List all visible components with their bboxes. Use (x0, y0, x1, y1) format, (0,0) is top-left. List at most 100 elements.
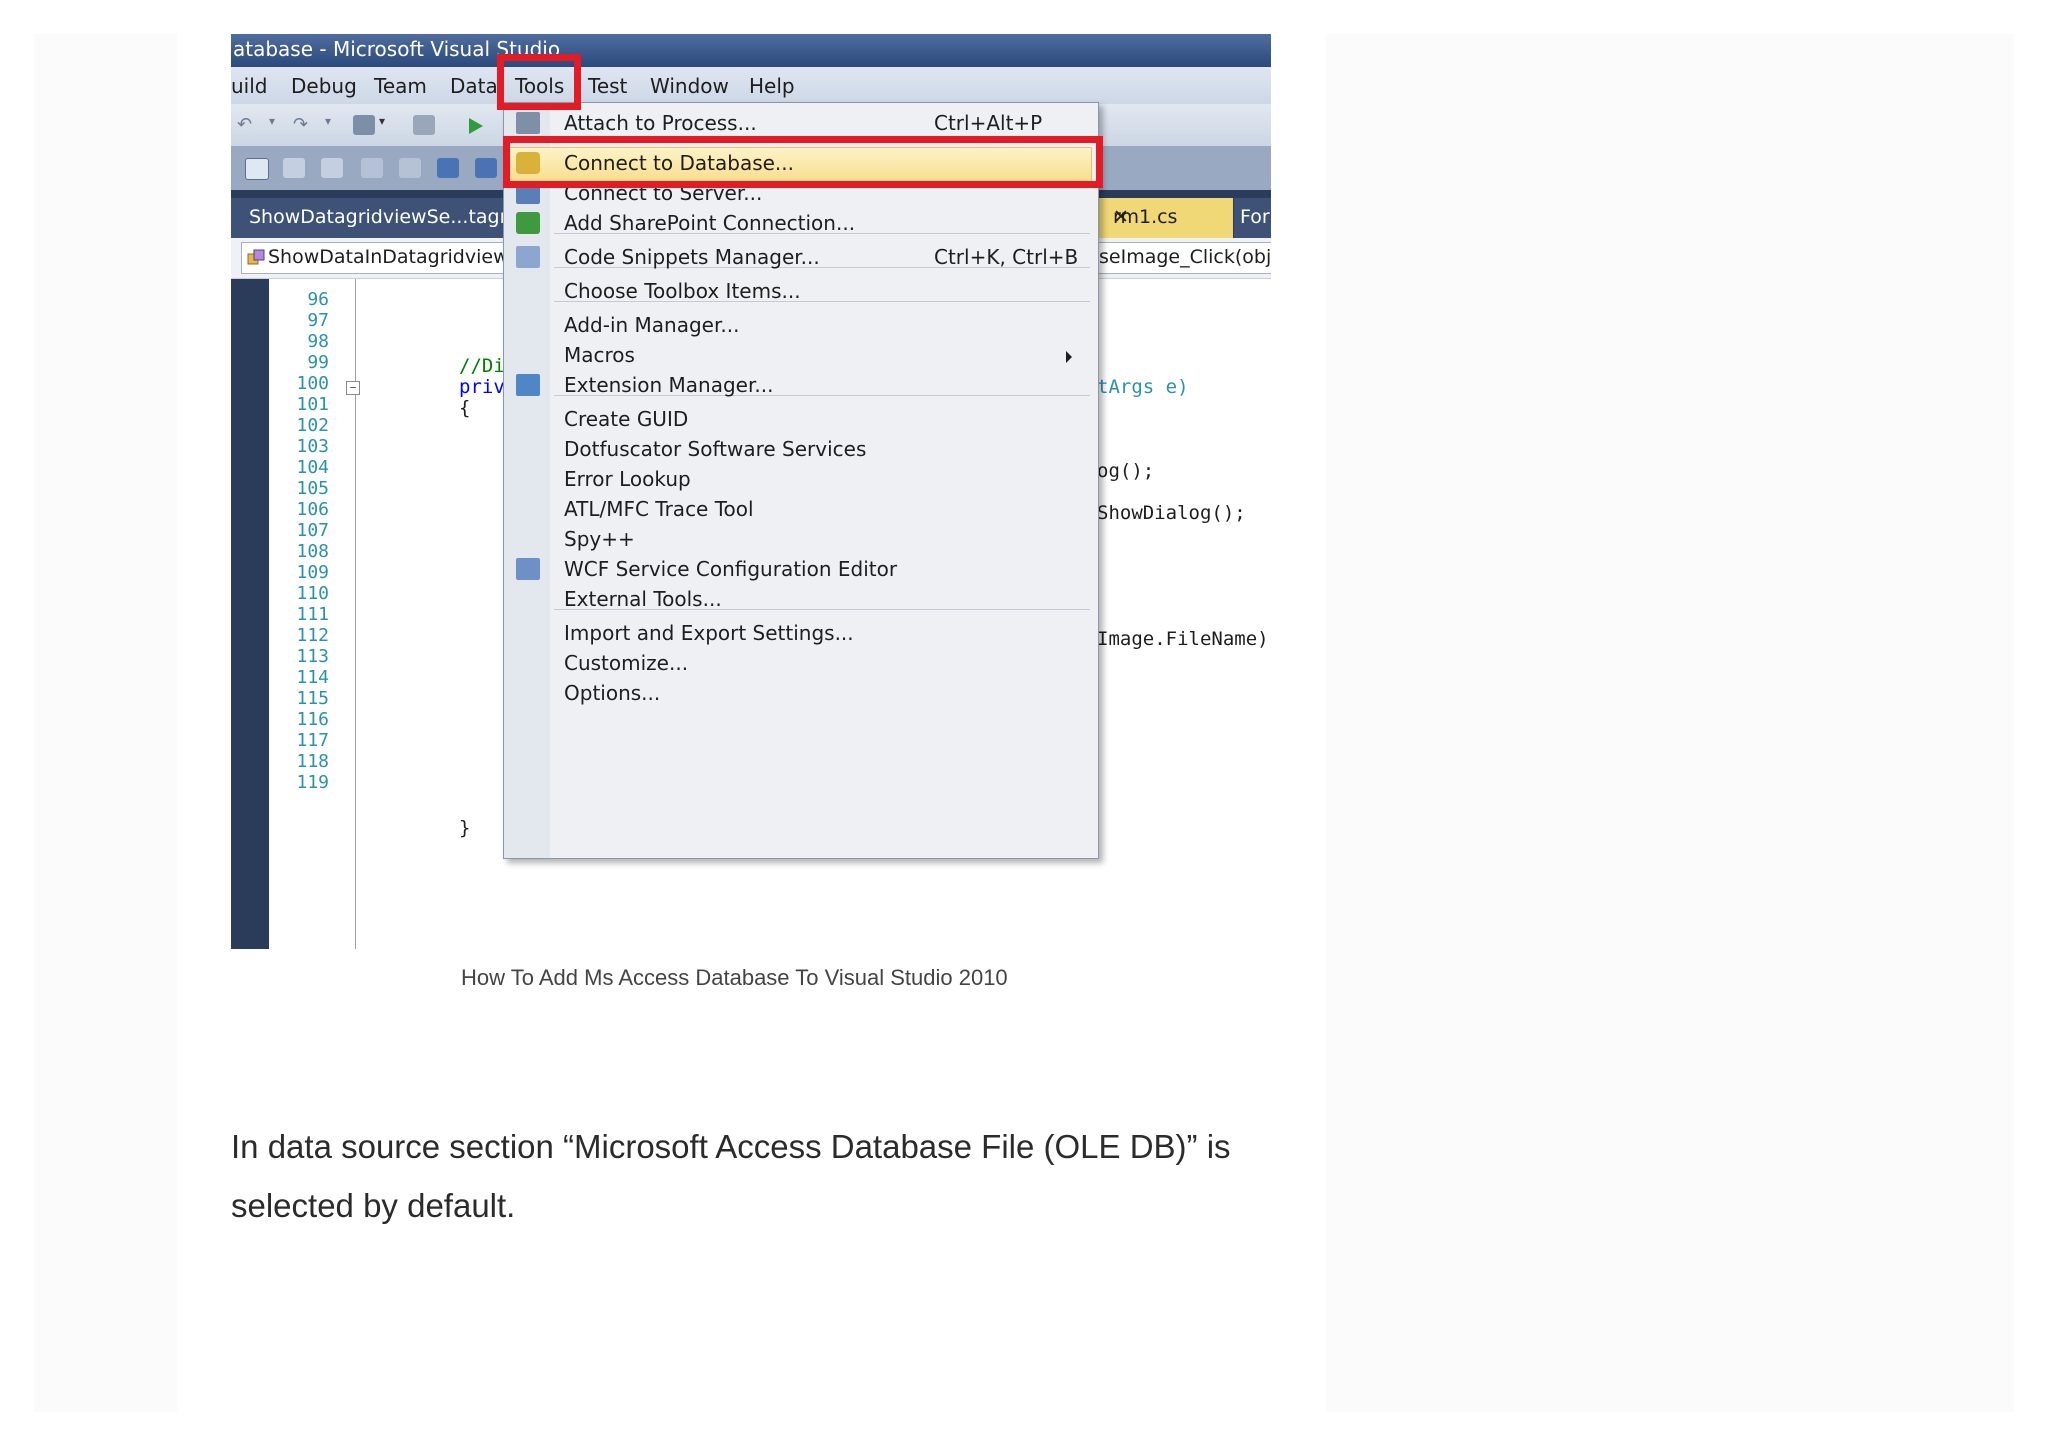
toolbar-window-icon[interactable] (245, 158, 269, 180)
line-number: 96 (307, 289, 329, 310)
members-combo-value: seImage_Click(obje (1099, 246, 1271, 268)
undo-dropdown-icon[interactable]: ▾ (269, 114, 275, 128)
line-number: 110 (296, 583, 329, 604)
navigate-dropdown-icon[interactable]: ▾ (379, 114, 385, 128)
types-combo[interactable]: ShowDataInDatagridview (241, 242, 543, 274)
menu-bar: uild Debug Team Data Tools Test Window H… (231, 67, 1271, 104)
line-number: 108 (296, 541, 329, 562)
tools-menu-highlight-box (497, 54, 581, 110)
menu-shortcut: Ctrl+K, Ctrl+B (934, 245, 1079, 269)
close-icon[interactable]: ✕ (1113, 206, 1129, 228)
line-number: 119 (296, 772, 329, 793)
redo-dropdown-icon[interactable]: ▾ (325, 114, 331, 128)
line-number: 114 (296, 667, 329, 688)
tab-form1-design-label: Form1. (1240, 206, 1271, 228)
indent-icon[interactable] (475, 158, 497, 178)
figure-caption: How To Add Ms Access Database To Visual … (461, 965, 1008, 990)
line-number: 99 (307, 352, 329, 373)
menu-window[interactable]: Window (650, 74, 729, 98)
code-comment: //Di (459, 355, 505, 377)
vs-screenshot: atabase - Microsoft Visual Studio uild D… (231, 34, 1271, 949)
menu-item-add-sharepoint-connection[interactable]: Add SharePoint Connection... (564, 211, 855, 235)
submenu-arrow-icon (1066, 351, 1072, 363)
line-number: 106 (296, 499, 329, 520)
menu-shortcut: Ctrl+Alt+P (934, 111, 1043, 135)
types-combo-value: ShowDataInDatagridview (268, 246, 509, 268)
tab-showdatagridview[interactable]: ShowDatagridviewSe...tagrid (231, 198, 531, 238)
line-number: 115 (296, 688, 329, 709)
code-line-110: Image.FileName) (1097, 628, 1269, 650)
menu-item-dotfuscator-software-services[interactable]: Dotfuscator Software Services (564, 437, 866, 461)
menu-item-create-guid[interactable]: Create GUID (564, 407, 688, 431)
line-number: 97 (307, 310, 329, 331)
uncomment-icon[interactable] (321, 158, 343, 178)
bookmark-next-icon[interactable] (399, 158, 421, 178)
line-number: 113 (296, 646, 329, 667)
tab-form1-cs[interactable]: rm1.cs ✕ (1093, 198, 1233, 238)
menu-build[interactable]: uild (231, 74, 267, 98)
page-right-panel (1326, 34, 2014, 1412)
line-number: 101 (296, 394, 329, 415)
menu-item-options[interactable]: Options... (564, 681, 660, 705)
menu-item-atl-mfc-trace-tool[interactable]: ATL/MFC Trace Tool (564, 497, 754, 521)
line-number: 107 (296, 520, 329, 541)
line-number: 117 (296, 730, 329, 751)
connect-database-highlight-box (503, 136, 1103, 188)
code-line-119: } (459, 817, 471, 839)
save-all-icon[interactable] (413, 115, 435, 135)
body-paragraph: In data source section “Microsoft Access… (231, 1128, 1231, 1224)
code-brace: { (459, 397, 471, 419)
menu-item-code-snippets-manager[interactable]: Code Snippets Manager... (564, 245, 820, 269)
line-number: 109 (296, 562, 329, 583)
menu-item-add-in-manager[interactable]: Add-in Manager... (564, 313, 739, 337)
menu-test[interactable]: Test (588, 74, 627, 98)
code-line-104: ShowDialog(); (1097, 502, 1246, 524)
line-number: 116 (296, 709, 329, 730)
wcf-editor-icon (516, 558, 540, 580)
line-number: 118 (296, 751, 329, 772)
code-line-102: og(); (1097, 460, 1155, 482)
undo-icon[interactable]: ↶ (237, 114, 252, 135)
members-combo[interactable]: seImage_Click(obje (1093, 242, 1271, 274)
line-number: 104 (296, 457, 329, 478)
line-number: 112 (296, 625, 329, 646)
menu-item-import-and-export-settings[interactable]: Import and Export Settings... (564, 621, 854, 645)
window-titlebar: atabase - Microsoft Visual Studio (231, 34, 1271, 67)
code-args: tArgs e) (1097, 376, 1189, 398)
editor-margin (231, 279, 269, 949)
navigate-icon[interactable] (353, 115, 375, 135)
tab-showdatagridview-label: ShowDatagridviewSe...tagrid (249, 206, 525, 228)
line-number: 103 (296, 436, 329, 457)
menu-item-extension-manager[interactable]: Extension Manager... (564, 373, 773, 397)
class-icon (247, 249, 265, 265)
page-left-panel (34, 34, 177, 1412)
menu-item-attach-to-process[interactable]: Attach to Process... (564, 111, 757, 135)
outdent-icon[interactable] (437, 158, 459, 178)
tools-dropdown-menu: Attach to Process... Ctrl+Alt+P Connect to… (503, 102, 1099, 859)
menu-data[interactable]: Data (450, 74, 498, 98)
start-debugging-icon[interactable] (467, 116, 485, 136)
menu-team[interactable]: Team (374, 74, 427, 98)
code-keyword: priv (459, 376, 505, 398)
redo-icon[interactable]: ↷ (293, 114, 308, 135)
bookmark-prev-icon[interactable] (361, 158, 383, 178)
line-number: 111 (296, 604, 329, 625)
menu-item-choose-toolbox-items[interactable]: Choose Toolbox Items... (564, 279, 801, 303)
attach-process-icon (516, 112, 540, 134)
sharepoint-icon (516, 212, 540, 234)
comment-icon[interactable] (283, 158, 305, 178)
menu-help[interactable]: Help (749, 74, 795, 98)
tab-form1-design[interactable]: Form1. (1234, 198, 1271, 238)
line-number: 98 (307, 331, 329, 352)
menu-debug[interactable]: Debug (291, 74, 357, 98)
collapse-icon[interactable]: − (346, 381, 360, 395)
menu-item-error-lookup[interactable]: Error Lookup (564, 467, 691, 491)
menu-item-spy[interactable]: Spy++ (564, 527, 635, 551)
gutter-divider (355, 279, 356, 949)
menu-item-customize[interactable]: Customize... (564, 651, 688, 675)
extension-manager-icon (516, 374, 540, 396)
menu-item-macros[interactable]: Macros (564, 343, 635, 367)
line-number: 102 (296, 415, 329, 436)
menu-item-wcf-service-configuration-editor[interactable]: WCF Service Configuration Editor (564, 557, 897, 581)
menu-item-external-tools[interactable]: External Tools... (564, 587, 722, 611)
